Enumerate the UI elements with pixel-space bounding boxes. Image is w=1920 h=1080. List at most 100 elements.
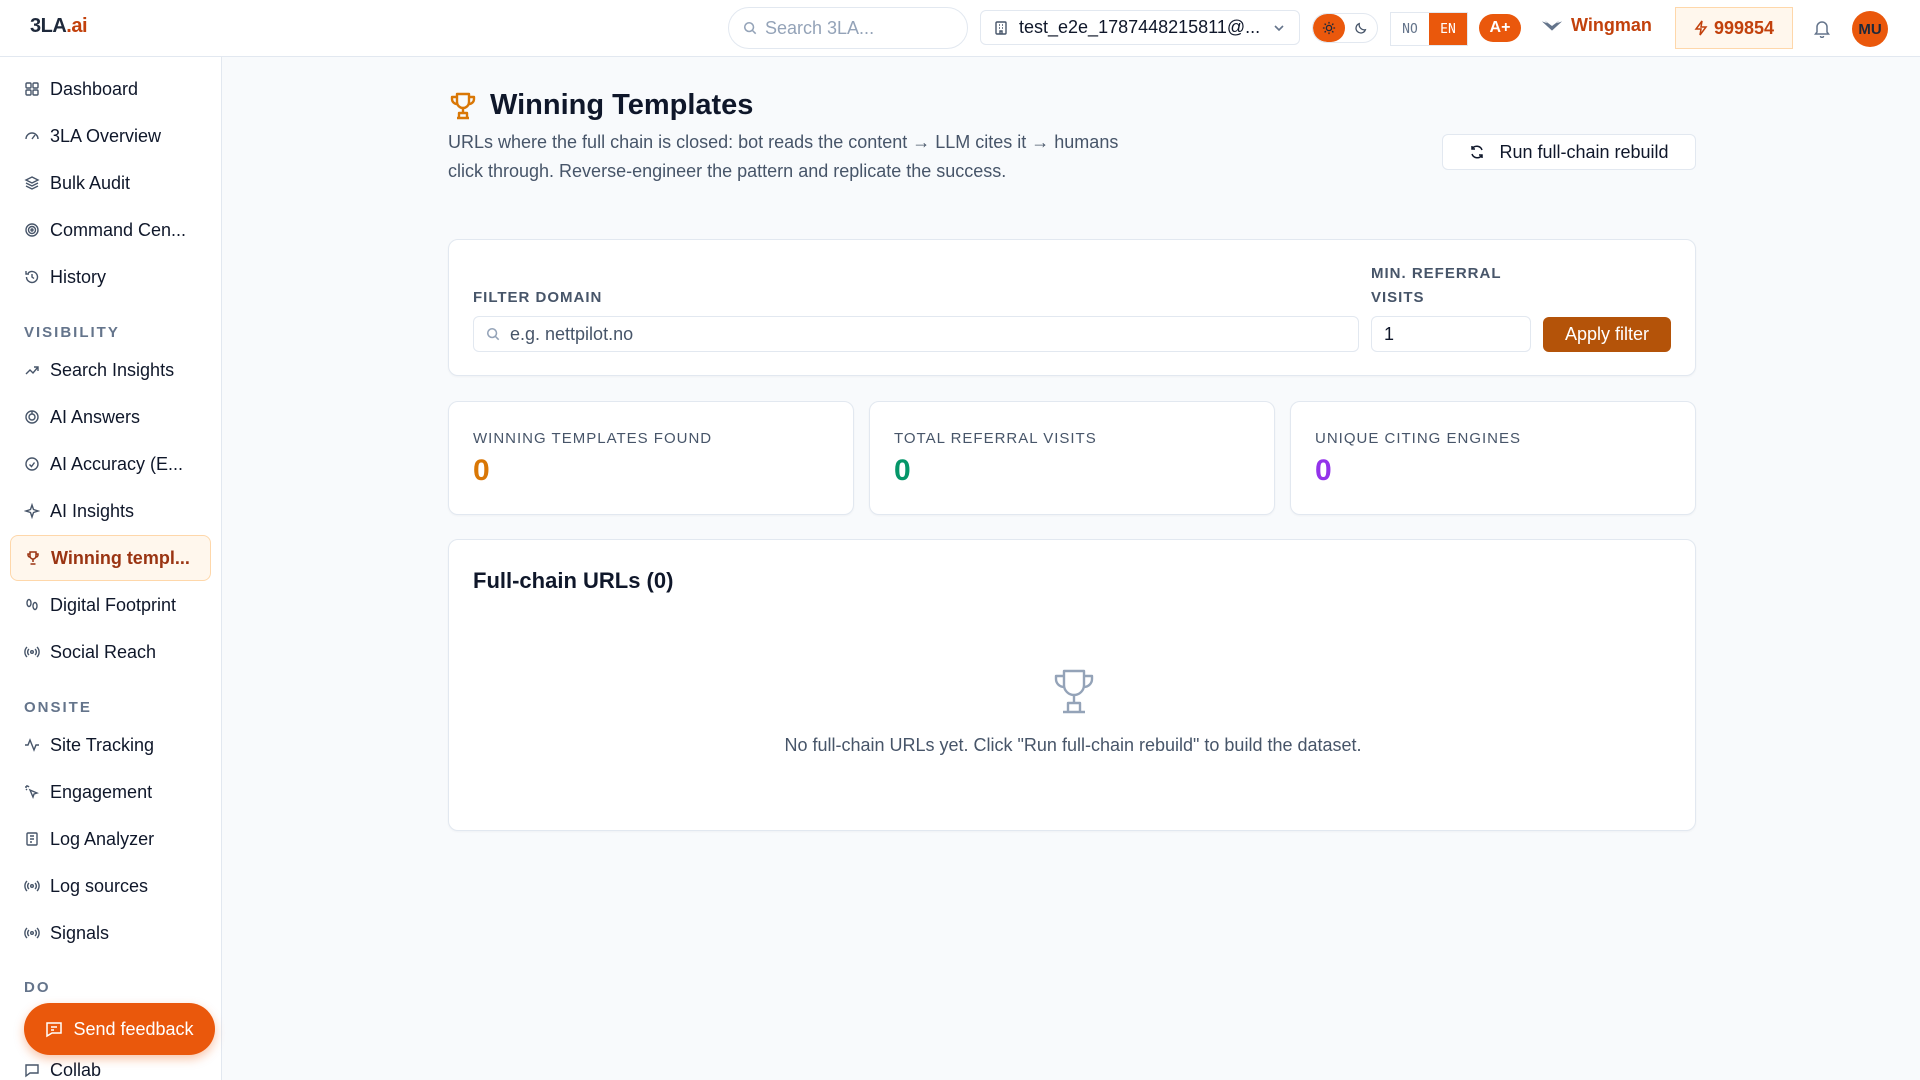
- sidebar-item-label: Social Reach: [50, 641, 157, 662]
- full-chain-urls-card: Full-chain URLs (0) No full-chain URLs y…: [448, 539, 1696, 831]
- sidebar-item-label: Dashboard: [50, 78, 139, 99]
- sidebar-item-label: Engagement: [50, 781, 153, 802]
- trophy-icon: [27, 551, 39, 565]
- sparkle-icon: [24, 503, 40, 519]
- sidebar-item-site-tracking[interactable]: Site Tracking: [10, 722, 211, 768]
- app-logo[interactable]: 3LA.ai: [30, 15, 88, 38]
- log-icon: [26, 832, 38, 846]
- target-icon: [25, 223, 39, 237]
- lang-no-option[interactable]: NO: [1391, 13, 1429, 45]
- trophy-icon: [1054, 669, 1094, 714]
- wings-icon: [1541, 20, 1563, 31]
- filter-card: FILTER DOMAIN e.g. nettpilot.no MIN. REF…: [448, 239, 1696, 376]
- apply-filter-button[interactable]: Apply filter: [1543, 317, 1671, 352]
- sidebar-item-dashboard[interactable]: Dashboard: [10, 66, 211, 112]
- sidebar-item-winning-templates[interactable]: Winning templ...: [10, 535, 211, 581]
- logo-suffix: .ai: [66, 15, 88, 37]
- run-full-chain-rebuild-button[interactable]: Run full-chain rebuild: [1442, 134, 1696, 170]
- search-placeholder: Search 3LA...: [765, 17, 875, 38]
- credits-value: 999854: [1713, 17, 1775, 38]
- building-icon: [995, 20, 1007, 35]
- sidebar-item-history[interactable]: History: [10, 254, 211, 300]
- wingman-label: Wingman: [1571, 15, 1652, 35]
- sidebar-item-social-reach[interactable]: Social Reach: [10, 629, 211, 675]
- sidebar-item-ai-accuracy[interactable]: AI Accuracy (E...: [10, 441, 211, 487]
- sidebar-item-ai-insights[interactable]: AI Insights: [10, 488, 211, 534]
- empty-state-text: No full-chain URLs yet. Click "Run full-…: [784, 735, 1362, 755]
- sidebar-item-label: Digital Footprint: [50, 594, 177, 615]
- filter-domain-label: FILTER DOMAIN: [473, 289, 603, 306]
- sidebar-item-log-analyzer[interactable]: Log Analyzer: [10, 816, 211, 862]
- feedback-icon: [46, 1022, 63, 1038]
- sun-icon: [1322, 21, 1336, 35]
- sidebar-item-digital-footprint[interactable]: Digital Footprint: [10, 582, 211, 628]
- page-title-text: Winning Templates: [490, 89, 754, 121]
- global-search-input[interactable]: Search 3LA...: [728, 7, 968, 49]
- sidebar-item-label: Site Tracking: [50, 734, 155, 755]
- filter-domain-input[interactable]: e.g. nettpilot.no: [473, 316, 1359, 352]
- sidebar: Dashboard 3LA Overview Bulk Audit Comman…: [0, 57, 222, 1080]
- sidebar-item-label: Bulk Audit: [50, 172, 131, 193]
- language-switcher[interactable]: NO EN: [1390, 12, 1468, 46]
- sidebar-item-label: Search Insights: [50, 359, 175, 380]
- sidebar-item-engagement[interactable]: Engagement: [10, 769, 211, 815]
- gauge-icon: [25, 132, 39, 140]
- stat-card-total-referral-visits: TOTAL REFERRAL VISITS 0: [869, 401, 1275, 515]
- broadcast-icon: [24, 880, 40, 892]
- history-icon: [25, 270, 39, 284]
- broadcast-icon: [24, 646, 40, 658]
- stat-value: 0: [473, 454, 490, 487]
- avatar[interactable]: MU: [1852, 11, 1888, 47]
- send-feedback-button[interactable]: Send feedback: [24, 1003, 215, 1055]
- page-description: URLs where the full chain is closed: bot…: [448, 132, 1119, 181]
- stat-value: 0: [1315, 454, 1332, 487]
- trend-icon: [25, 366, 39, 375]
- lang-en-option[interactable]: EN: [1429, 13, 1467, 45]
- sidebar-item-3la-overview[interactable]: 3LA Overview: [10, 113, 211, 159]
- stat-label: UNIQUE CITING ENGINES: [1315, 430, 1522, 447]
- activity-icon: [25, 738, 39, 752]
- bolt-icon: [1694, 20, 1708, 36]
- main-content: Winning Templates URLs where the full ch…: [223, 57, 1920, 1080]
- sidebar-item-ai-answers[interactable]: AI Answers: [10, 394, 211, 440]
- rebuild-label: Run full-chain rebuild: [1499, 141, 1669, 162]
- sidebar-item-label: Log Analyzer: [50, 828, 155, 849]
- sidebar-item-label: Collab: [50, 1059, 102, 1080]
- sidebar-item-label: AI Insights: [50, 500, 135, 521]
- stat-label: WINNING TEMPLATES FOUND: [473, 430, 713, 447]
- logo-main: 3LA: [30, 15, 67, 37]
- search-icon: [743, 21, 757, 35]
- dark-mode-option[interactable]: [1345, 14, 1377, 42]
- layers-icon: [24, 176, 40, 190]
- filter-domain-placeholder: e.g. nettpilot.no: [510, 323, 634, 344]
- sidebar-item-bulk-audit[interactable]: Bulk Audit: [10, 160, 211, 206]
- sidebar-item-label: Command Cen...: [50, 219, 187, 240]
- accuracy-icon: [25, 457, 39, 471]
- grid-icon: [25, 82, 39, 96]
- refresh-icon: [1471, 145, 1484, 159]
- section-label-do: DO: [24, 979, 51, 996]
- section-label-visibility: VISIBILITY: [24, 324, 120, 341]
- pointer-icon: [25, 785, 39, 799]
- project-selector[interactable]: test_e2e_1787448215811@...: [980, 10, 1300, 45]
- credits-badge[interactable]: 999854: [1675, 7, 1793, 49]
- sidebar-item-label: Signals: [50, 922, 110, 943]
- grade-badge[interactable]: A+: [1479, 14, 1521, 42]
- send-feedback-label: Send feedback: [73, 1018, 194, 1039]
- light-mode-option[interactable]: [1313, 14, 1345, 42]
- min-referral-visits-input[interactable]: 1: [1371, 316, 1531, 352]
- broadcast-icon: [24, 927, 40, 939]
- sidebar-item-log-sources[interactable]: Log sources: [10, 863, 211, 909]
- sidebar-item-signals[interactable]: Signals: [10, 910, 211, 956]
- stat-card-winning-templates: WINNING TEMPLATES FOUND 0: [448, 401, 854, 515]
- sidebar-item-command-center[interactable]: Command Cen...: [10, 207, 211, 253]
- theme-toggle[interactable]: [1312, 13, 1378, 43]
- project-name: test_e2e_1787448215811@...: [1019, 17, 1261, 37]
- answers-icon: [25, 410, 39, 424]
- sidebar-item-label: AI Answers: [50, 406, 141, 427]
- stat-value: 0: [894, 454, 911, 487]
- sidebar-item-search-insights[interactable]: Search Insights: [10, 347, 211, 393]
- wingman-button[interactable]: Wingman: [1541, 15, 1652, 36]
- chat-icon: [25, 1064, 39, 1078]
- bell-icon[interactable]: [1813, 18, 1831, 38]
